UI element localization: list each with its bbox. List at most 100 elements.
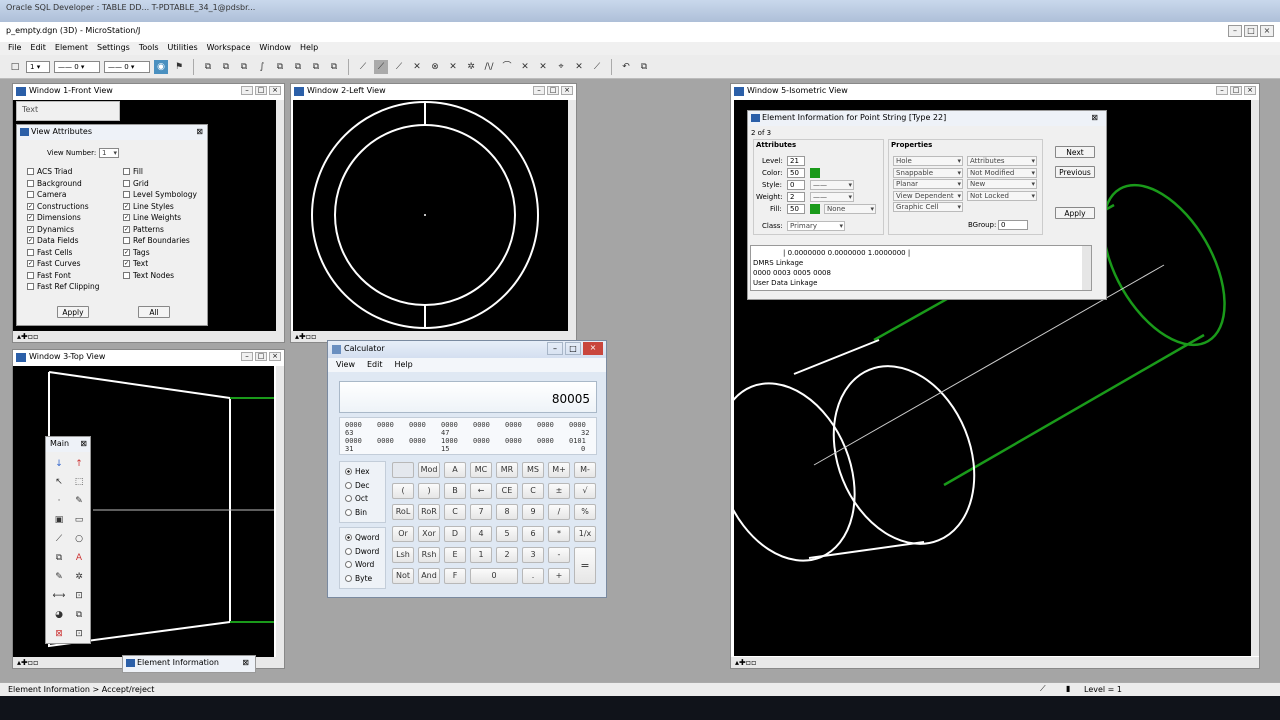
calc-key[interactable]: RoL <box>392 504 414 520</box>
view2-canvas[interactable] <box>293 100 569 332</box>
property-dropdown[interactable]: Planar <box>893 179 963 189</box>
radio-button[interactable] <box>345 547 352 555</box>
checkbox[interactable]: ✓ <box>27 237 34 245</box>
view-attr-ref-boundaries[interactable]: Ref Boundaries <box>123 235 209 247</box>
checkbox[interactable] <box>123 271 130 279</box>
checkbox[interactable]: ✓ <box>123 225 130 233</box>
element-information-minimized[interactable]: Element Information ⊠ <box>122 655 256 673</box>
view-close-button[interactable]: × <box>561 86 573 95</box>
property-dropdown[interactable]: Hole <box>893 156 963 166</box>
rotate-icon[interactable]: ⧉ <box>291 60 305 74</box>
view-close-button[interactable]: × <box>269 86 281 95</box>
radio-byte[interactable]: Byte <box>345 572 385 586</box>
line-icon[interactable]: ⟋ <box>374 59 388 74</box>
menu-workspace[interactable]: Workspace <box>207 43 251 54</box>
calculator-minimize-button[interactable]: – <box>547 342 563 355</box>
fence-icon[interactable]: ▣ <box>52 513 66 527</box>
previous-button[interactable]: Previous <box>1055 166 1095 178</box>
tangent-snap-icon[interactable]: ⌒ <box>500 60 514 74</box>
calc-key[interactable]: Or <box>392 526 414 542</box>
view-attr-acs-triad[interactable]: ACS Triad <box>27 166 117 178</box>
style-dropdown[interactable]: —— <box>810 180 854 190</box>
calc-key[interactable]: 9 <box>522 504 544 520</box>
close-button[interactable]: × <box>1260 25 1274 37</box>
calc-key[interactable]: 7 <box>470 504 492 520</box>
radio-qword[interactable]: Qword <box>345 531 385 545</box>
lock-icon[interactable]: ▮ <box>1066 684 1070 693</box>
view-close-button[interactable]: × <box>1244 86 1256 95</box>
next-button[interactable]: Next <box>1055 146 1095 158</box>
point-on-snap-icon[interactable]: ✕ <box>572 60 586 74</box>
modify-icon[interactable]: ⊡ <box>72 589 86 603</box>
fence-icon[interactable]: ⧉ <box>201 60 215 74</box>
checkbox[interactable]: ✓ <box>27 202 34 210</box>
view-attr-fast-cells[interactable]: Fast Cells <box>27 247 117 259</box>
checkbox[interactable] <box>123 168 130 176</box>
calc-key[interactable]: ( <box>392 483 414 499</box>
view-attributes-apply-button[interactable]: Apply <box>57 306 89 318</box>
calc-key[interactable]: * <box>548 526 570 542</box>
origin-snap-icon[interactable]: ✕ <box>446 60 460 74</box>
calc-key[interactable]: 8 <box>496 504 518 520</box>
calc-equals-key[interactable]: = <box>574 547 596 584</box>
menu-edit[interactable]: Edit <box>30 43 46 54</box>
calc-key[interactable]: M+ <box>548 462 570 478</box>
calc-key[interactable]: ± <box>548 483 570 499</box>
point-icon[interactable]: · <box>52 494 66 508</box>
line-tool-icon[interactable]: ⟋ <box>52 532 66 546</box>
mirror-icon[interactable]: ∫ <box>255 60 269 74</box>
scale-icon[interactable]: ⧉ <box>273 60 287 74</box>
perpendicular-snap-icon[interactable]: ✕ <box>518 60 532 74</box>
view-number-dropdown[interactable]: 1 <box>99 148 119 158</box>
radio-oct[interactable]: Oct <box>345 492 385 506</box>
redo-icon[interactable]: ⧉ <box>637 60 651 74</box>
color-swatch-icon[interactable]: □ <box>8 60 22 74</box>
calc-key[interactable]: MS <box>522 462 544 478</box>
view-minimize-button[interactable]: – <box>533 86 545 95</box>
calc-key[interactable]: - <box>548 547 570 563</box>
level-dropdown[interactable]: 1 ▾ <box>26 60 50 73</box>
copy-tool-icon[interactable]: ⧉ <box>72 608 86 622</box>
array-icon[interactable]: ⧉ <box>309 60 323 74</box>
calc-key[interactable]: RoR <box>418 504 440 520</box>
view3-scrollbar[interactable] <box>276 366 284 658</box>
weight-dropdown[interactable]: —— 0 ▾ <box>104 60 150 73</box>
arrow-up-icon[interactable]: ↑ <box>72 457 86 471</box>
calc-key[interactable]: 3 <box>522 547 544 563</box>
calc-menu-edit[interactable]: Edit <box>367 360 383 370</box>
view-attr-dynamics[interactable]: ✓ Dynamics <box>27 224 117 236</box>
key-in-icon[interactable]: ⚑ <box>172 60 186 74</box>
radio-button[interactable] <box>345 481 352 489</box>
style-field[interactable]: 0 <box>787 180 805 190</box>
menu-utilities[interactable]: Utilities <box>168 43 198 54</box>
menu-element[interactable]: Element <box>55 43 88 54</box>
calc-key[interactable]: . <box>522 568 544 584</box>
calc-key[interactable]: Xor <box>418 526 440 542</box>
bisector-snap-icon[interactable]: ✲ <box>464 60 478 74</box>
radio-word[interactable]: Word <box>345 558 385 572</box>
color-swatch[interactable] <box>810 168 820 178</box>
checkbox[interactable] <box>27 283 34 291</box>
element-data-list-scrollbar[interactable] <box>1082 246 1091 290</box>
calc-key[interactable]: Not <box>392 568 414 584</box>
calc-key[interactable]: Rsh <box>418 547 440 563</box>
pattern-icon[interactable]: ◕ <box>52 608 66 622</box>
calculator-maximize-button[interactable]: □ <box>565 342 581 355</box>
view-attr-tags[interactable]: ✓ Tags <box>123 247 209 259</box>
circle-tool-icon[interactable]: ○ <box>72 532 86 546</box>
calc-key[interactable]: M- <box>574 462 596 478</box>
view-attr-fast-font[interactable]: Fast Font <box>27 270 117 282</box>
class-dropdown[interactable]: Primary <box>787 221 845 231</box>
radio-button[interactable] <box>345 495 352 503</box>
property-dropdown[interactable]: Not Modified <box>967 167 1037 178</box>
calculator-close-button[interactable]: × <box>583 342 603 355</box>
menu-window[interactable]: Window <box>259 43 291 54</box>
text-tool-icon[interactable]: A <box>72 551 86 565</box>
menu-file[interactable]: File <box>8 43 21 54</box>
checkbox[interactable] <box>123 237 130 245</box>
measure-icon[interactable]: ✎ <box>52 570 66 584</box>
calc-key[interactable]: Mod <box>418 462 440 478</box>
view-maximize-button[interactable]: □ <box>547 86 559 95</box>
view-attr-data-fields[interactable]: ✓ Data Fields <box>27 235 117 247</box>
zoom-icon[interactable]: ▴✚▫▫ <box>17 658 39 667</box>
